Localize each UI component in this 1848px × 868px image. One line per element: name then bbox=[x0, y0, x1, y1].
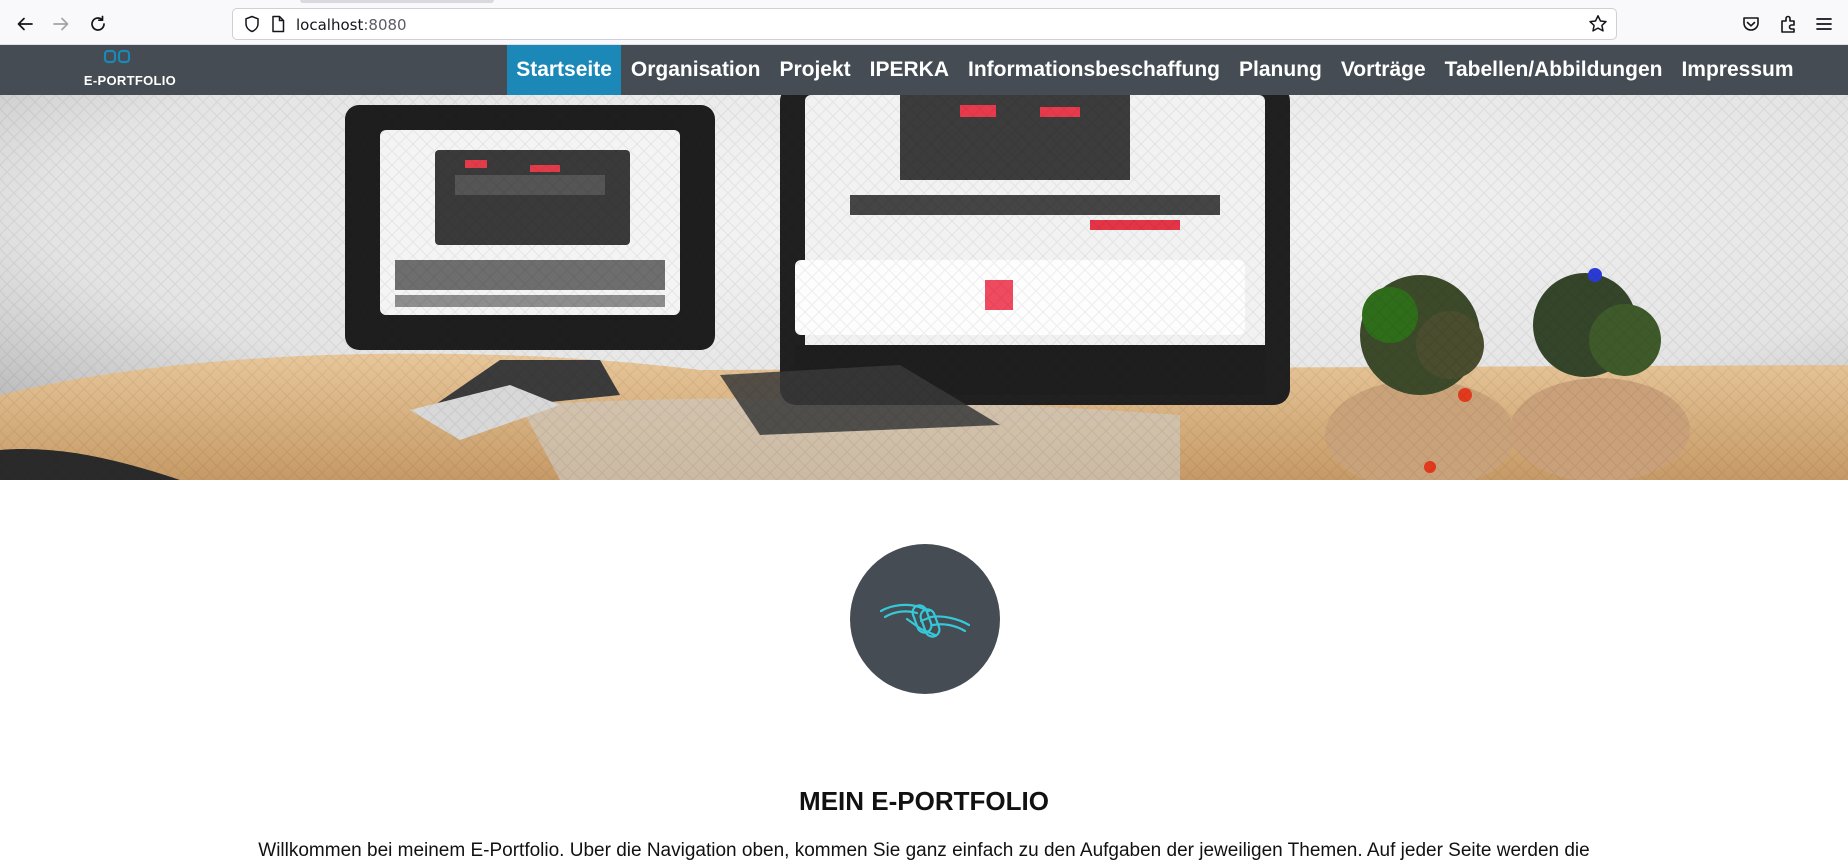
url-host: localhost bbox=[296, 16, 364, 34]
intro-paragraph: Willkommen bei meinem E-Portfolio. Uber … bbox=[258, 840, 1590, 861]
main-content: MEIN E-PORTFOLIO Willkommen bei meinem E… bbox=[0, 480, 1848, 868]
site-header: E-PORTFOLIO Startseite Organisation Proj… bbox=[0, 45, 1848, 95]
url-text[interactable]: localhost:8080 bbox=[296, 16, 407, 34]
emblem-badge bbox=[850, 544, 1000, 694]
bookmark-star-icon[interactable] bbox=[1588, 14, 1608, 34]
extensions-icon[interactable] bbox=[1777, 13, 1799, 35]
url-bar[interactable]: localhost:8080 bbox=[232, 8, 1617, 40]
logo-mark-icon bbox=[103, 49, 131, 64]
nav-item-informationsbeschaffung[interactable]: Informationsbeschaffung bbox=[959, 45, 1230, 95]
browser-toolbar: localhost:8080 bbox=[0, 0, 1848, 45]
reload-icon[interactable] bbox=[85, 11, 111, 37]
nav-item-vortraege[interactable]: Vorträge bbox=[1331, 45, 1435, 95]
nav-item-iperka[interactable]: IPERKA bbox=[860, 45, 958, 95]
back-arrow-icon[interactable] bbox=[12, 11, 38, 37]
nav-item-planung[interactable]: Planung bbox=[1230, 45, 1332, 95]
nav-item-projekt[interactable]: Projekt bbox=[770, 45, 860, 95]
main-nav: Startseite Organisation Projekt IPERKA I… bbox=[506, 45, 1848, 95]
handshake-chain-icon bbox=[879, 603, 971, 638]
url-port: :8080 bbox=[363, 16, 407, 34]
hero-image bbox=[0, 95, 1848, 480]
page-icon[interactable] bbox=[270, 15, 286, 33]
pocket-icon[interactable] bbox=[1740, 13, 1762, 35]
logo-text: E-PORTFOLIO bbox=[83, 73, 177, 88]
nav-item-startseite[interactable]: Startseite bbox=[506, 45, 622, 95]
page-title: MEIN E-PORTFOLIO bbox=[799, 786, 1049, 816]
nav-item-organisation[interactable]: Organisation bbox=[621, 45, 770, 95]
shield-icon[interactable] bbox=[243, 15, 261, 33]
forward-arrow-icon[interactable] bbox=[48, 11, 74, 37]
active-tab-indicator bbox=[300, 0, 494, 3]
menu-icon[interactable] bbox=[1813, 13, 1835, 35]
site-logo[interactable]: E-PORTFOLIO bbox=[70, 49, 190, 91]
nav-item-impressum[interactable]: Impressum bbox=[1672, 45, 1803, 95]
nav-item-tabellen-abbildungen[interactable]: Tabellen/Abbildungen bbox=[1435, 45, 1672, 95]
